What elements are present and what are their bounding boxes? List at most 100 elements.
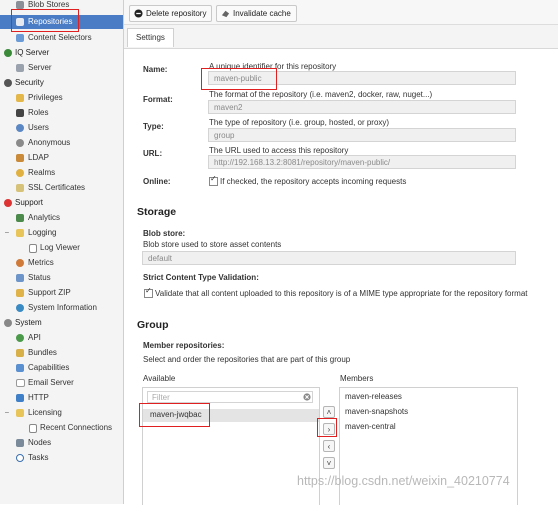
available-header: Available bbox=[143, 374, 176, 383]
toolbar: Delete repository Invalidate cache bbox=[124, 0, 558, 25]
email-server-icon bbox=[16, 379, 25, 387]
sidebar-item-security[interactable]: Security bbox=[0, 76, 123, 90]
system-icon bbox=[4, 319, 12, 327]
sidebar-item-logging[interactable]: – Logging bbox=[0, 226, 123, 240]
sidebar-item-email-server[interactable]: Email Server bbox=[0, 376, 123, 390]
sidebar-item-iq-server[interactable]: IQ Server bbox=[0, 46, 123, 60]
server-icon bbox=[16, 64, 24, 72]
list-item[interactable]: maven-snapshots bbox=[345, 407, 408, 416]
filter-input[interactable]: Filter bbox=[147, 391, 313, 403]
delete-icon bbox=[134, 9, 143, 18]
sidebar-item-ssl-certificates[interactable]: SSL Certificates bbox=[0, 181, 123, 195]
sidebar-item-recent-connections[interactable]: Recent Connections bbox=[0, 421, 123, 435]
sidebar-item-anonymous[interactable]: Anonymous bbox=[0, 136, 123, 150]
http-icon bbox=[16, 394, 24, 402]
sidebar-item-support-zip[interactable]: Support ZIP bbox=[0, 286, 123, 300]
highlight-move-right bbox=[317, 418, 337, 437]
sidebar-item-bundles[interactable]: Bundles bbox=[0, 346, 123, 360]
realms-icon bbox=[16, 169, 24, 177]
blob-store-icon bbox=[16, 1, 24, 9]
online-label: Online: bbox=[143, 177, 171, 186]
ssl-certificates-icon bbox=[16, 184, 24, 192]
watermark: https://blog.csdn.net/weixin_40210774 bbox=[297, 474, 510, 488]
sidebar-item-nodes[interactable]: Nodes bbox=[0, 436, 123, 450]
logging-icon bbox=[16, 229, 24, 237]
support-zip-icon bbox=[16, 289, 24, 297]
tab-settings[interactable]: Settings bbox=[127, 28, 174, 47]
sidebar-item-licensing[interactable]: – Licensing bbox=[0, 406, 123, 420]
metrics-icon bbox=[16, 259, 24, 267]
move-top-button[interactable]: ˄ bbox=[323, 406, 335, 418]
sidebar-item-api[interactable]: API bbox=[0, 331, 123, 345]
sidebar-item-capabilities[interactable]: Capabilities bbox=[0, 361, 123, 375]
url-description: The URL used to access this repository bbox=[209, 146, 349, 155]
security-icon bbox=[4, 79, 12, 87]
move-bottom-button[interactable]: ˅ bbox=[323, 457, 335, 469]
url-field[interactable]: http://192.168.13.2:8081/repository/mave… bbox=[208, 155, 516, 169]
collapse-icon[interactable]: – bbox=[5, 406, 9, 420]
sidebar-item-metrics[interactable]: Metrics bbox=[0, 256, 123, 270]
users-icon bbox=[16, 124, 24, 132]
move-left-button[interactable]: ‹ bbox=[323, 440, 335, 452]
members-header: Members bbox=[340, 374, 374, 383]
type-description: The type of repository (i.e. group, host… bbox=[209, 118, 390, 127]
sidebar: Blob Stores Repositories Content Selecto… bbox=[0, 0, 124, 504]
sidebar-item-status[interactable]: Status bbox=[0, 271, 123, 285]
format-label: Format: bbox=[143, 95, 173, 104]
roles-icon bbox=[16, 109, 24, 117]
type-field[interactable]: group bbox=[208, 128, 516, 142]
sidebar-item-realms[interactable]: Realms bbox=[0, 166, 123, 180]
highlight-name-field bbox=[201, 68, 277, 90]
recent-connections-icon bbox=[29, 424, 37, 433]
support-icon bbox=[4, 199, 12, 207]
online-checkbox[interactable] bbox=[209, 174, 218, 186]
sidebar-item-content-selectors[interactable]: Content Selectors bbox=[0, 31, 123, 45]
sidebar-item-tasks[interactable]: Tasks bbox=[0, 451, 123, 465]
sidebar-item-support[interactable]: Support bbox=[0, 196, 123, 210]
delete-repository-button[interactable]: Delete repository bbox=[129, 5, 213, 22]
privileges-icon bbox=[16, 94, 24, 102]
list-item[interactable]: maven-releases bbox=[345, 392, 402, 401]
group-heading: Group bbox=[137, 319, 169, 331]
sidebar-item-ldap[interactable]: LDAP bbox=[0, 151, 123, 165]
clear-filter-icon[interactable] bbox=[303, 393, 311, 401]
blob-store-field[interactable]: default bbox=[142, 251, 516, 265]
api-icon bbox=[16, 334, 24, 342]
member-repositories-description: Select and order the repositories that a… bbox=[143, 355, 351, 364]
anonymous-icon bbox=[16, 139, 24, 147]
strict-validation-checkbox[interactable] bbox=[144, 286, 153, 298]
status-icon bbox=[16, 274, 24, 282]
format-description: The format of the repository (i.e. maven… bbox=[209, 90, 433, 99]
format-field[interactable]: maven2 bbox=[208, 100, 516, 114]
nodes-icon bbox=[16, 439, 24, 447]
url-label: URL: bbox=[143, 149, 163, 158]
log-viewer-icon bbox=[29, 244, 37, 253]
sidebar-item-log-viewer[interactable]: Log Viewer bbox=[0, 241, 123, 255]
online-description: If checked, the repository accepts incom… bbox=[220, 177, 407, 186]
sidebar-item-roles[interactable]: Roles bbox=[0, 106, 123, 120]
iq-server-icon bbox=[4, 49, 12, 57]
sidebar-item-users[interactable]: Users bbox=[0, 121, 123, 135]
sidebar-item-analytics[interactable]: Analytics bbox=[0, 211, 123, 225]
highlight-available-item bbox=[139, 403, 210, 427]
sidebar-item-system-information[interactable]: System Information bbox=[0, 301, 123, 315]
sidebar-item-http[interactable]: HTTP bbox=[0, 391, 123, 405]
eraser-icon bbox=[221, 10, 230, 18]
system-information-icon bbox=[16, 304, 24, 312]
strict-validation-label: Strict Content Type Validation: bbox=[143, 273, 259, 282]
collapse-icon[interactable]: – bbox=[5, 226, 9, 240]
sidebar-item-system[interactable]: System bbox=[0, 316, 123, 330]
list-item[interactable]: maven-central bbox=[345, 422, 396, 431]
invalidate-cache-button[interactable]: Invalidate cache bbox=[216, 5, 297, 22]
type-label: Type: bbox=[143, 122, 164, 131]
analytics-icon bbox=[16, 214, 24, 222]
sidebar-item-privileges[interactable]: Privileges bbox=[0, 91, 123, 105]
settings-form: Name: A unique identifier for this repos… bbox=[124, 49, 558, 505]
name-label: Name: bbox=[143, 65, 168, 74]
blob-store-description: Blob store used to store asset contents bbox=[143, 240, 282, 249]
member-repositories-label: Member repositories: bbox=[143, 341, 225, 350]
tasks-icon bbox=[16, 454, 24, 462]
sidebar-item-server[interactable]: Server bbox=[0, 61, 123, 75]
content-selectors-icon bbox=[16, 34, 24, 42]
capabilities-icon bbox=[16, 364, 24, 372]
